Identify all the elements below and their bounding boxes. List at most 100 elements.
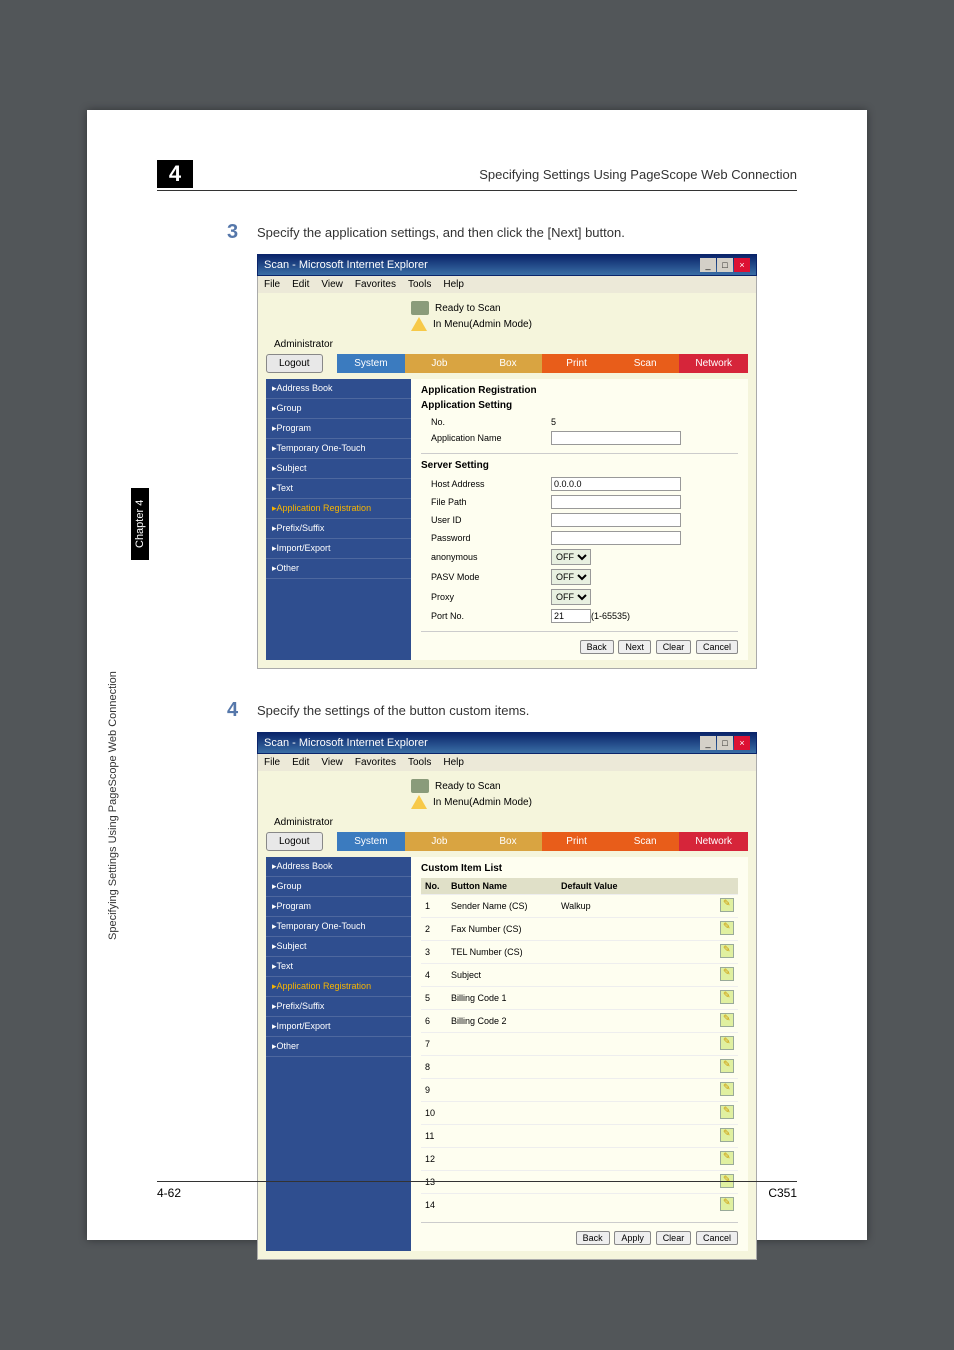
maximize-icon[interactable]: □ (717, 736, 733, 750)
menubar: File Edit View Favorites Tools Help (257, 754, 757, 771)
back-button[interactable]: Back (576, 1231, 610, 1245)
sidebar-item-subject[interactable]: ▸Subject (266, 937, 411, 957)
back-button[interactable]: Back (580, 640, 614, 654)
close-icon[interactable]: × (734, 736, 750, 750)
tab-print[interactable]: Print (542, 354, 611, 373)
sidebar-item-application-registration[interactable]: ▸Application Registration (266, 499, 411, 519)
edit-icon[interactable] (720, 1036, 734, 1050)
sidebar-item-prefix-suffix[interactable]: ▸Prefix/Suffix (266, 519, 411, 539)
tab-box[interactable]: Box (474, 832, 543, 851)
cell-no: 10 (421, 1102, 447, 1125)
edit-icon[interactable] (720, 1128, 734, 1142)
table-row: 3TEL Number (CS) (421, 941, 738, 964)
sidebar-item-temporary-onetouch[interactable]: ▸Temporary One-Touch (266, 439, 411, 459)
cell-default-value (557, 964, 716, 987)
sidebar-item-import-export[interactable]: ▸Import/Export (266, 539, 411, 559)
label-password: Password (431, 533, 551, 543)
menu-file[interactable]: File (264, 279, 280, 290)
sidebar-item-subject[interactable]: ▸Subject (266, 459, 411, 479)
tab-box[interactable]: Box (474, 354, 543, 373)
printer-icon (411, 779, 429, 793)
edit-icon[interactable] (720, 990, 734, 1004)
table-row: 10 (421, 1102, 738, 1125)
menu-view[interactable]: View (321, 757, 343, 768)
tab-system[interactable]: System (337, 354, 406, 373)
logout-button[interactable]: Logout (266, 354, 323, 373)
pasv-mode-select[interactable]: OFF (551, 569, 591, 585)
sidebar-item-program[interactable]: ▸Program (266, 897, 411, 917)
menu-tools[interactable]: Tools (408, 279, 431, 290)
sidebar-item-text[interactable]: ▸Text (266, 957, 411, 977)
apply-button[interactable]: Apply (614, 1231, 651, 1245)
next-button[interactable]: Next (618, 640, 651, 654)
sidebar-item-other[interactable]: ▸Other (266, 559, 411, 579)
menu-help[interactable]: Help (443, 757, 464, 768)
tab-scan[interactable]: Scan (611, 354, 680, 373)
tab-system[interactable]: System (337, 832, 406, 851)
logout-button[interactable]: Logout (266, 832, 323, 851)
edit-icon[interactable] (720, 944, 734, 958)
edit-icon[interactable] (720, 1082, 734, 1096)
cancel-button[interactable]: Cancel (696, 1231, 738, 1245)
proxy-select[interactable]: OFF (551, 589, 591, 605)
table-row: 9 (421, 1079, 738, 1102)
sidebar-item-other[interactable]: ▸Other (266, 1037, 411, 1057)
menu-tools[interactable]: Tools (408, 757, 431, 768)
tab-job[interactable]: Job (405, 354, 474, 373)
sidebar-item-prefix-suffix[interactable]: ▸Prefix/Suffix (266, 997, 411, 1017)
application-name-input[interactable] (551, 431, 681, 445)
sidebar-item-text[interactable]: ▸Text (266, 479, 411, 499)
anonymous-select[interactable]: OFF (551, 549, 591, 565)
edit-icon[interactable] (720, 1105, 734, 1119)
minimize-icon[interactable]: _ (700, 258, 716, 272)
table-row: 6Billing Code 2 (421, 1010, 738, 1033)
cancel-button[interactable]: Cancel (696, 640, 738, 654)
cell-no: 3 (421, 941, 447, 964)
menu-view[interactable]: View (321, 279, 343, 290)
clear-button[interactable]: Clear (656, 1231, 692, 1245)
sidebar-item-temporary-onetouch[interactable]: ▸Temporary One-Touch (266, 917, 411, 937)
close-icon[interactable]: × (734, 258, 750, 272)
sidebar-item-address-book[interactable]: ▸Address Book (266, 379, 411, 399)
host-address-input[interactable] (551, 477, 681, 491)
file-path-input[interactable] (551, 495, 681, 509)
menu-help[interactable]: Help (443, 279, 464, 290)
edit-icon[interactable] (720, 1059, 734, 1073)
cell-no: 7 (421, 1033, 447, 1056)
label-pasv-mode: PASV Mode (431, 572, 551, 582)
menu-favorites[interactable]: Favorites (355, 279, 396, 290)
sidebar-item-group[interactable]: ▸Group (266, 399, 411, 419)
tab-network[interactable]: Network (679, 832, 748, 851)
edit-icon[interactable] (720, 898, 734, 912)
edit-icon[interactable] (720, 1151, 734, 1165)
clear-button[interactable]: Clear (656, 640, 692, 654)
label-anonymous: anonymous (431, 552, 551, 562)
password-input[interactable] (551, 531, 681, 545)
warning-icon (411, 317, 427, 331)
edit-icon[interactable] (720, 921, 734, 935)
port-no-input[interactable] (551, 609, 591, 623)
label-port-no: Port No. (431, 611, 551, 621)
minimize-icon[interactable]: _ (700, 736, 716, 750)
tab-scan[interactable]: Scan (611, 832, 680, 851)
edit-icon[interactable] (720, 1013, 734, 1027)
tab-print[interactable]: Print (542, 832, 611, 851)
menu-file[interactable]: File (264, 757, 280, 768)
menu-edit[interactable]: Edit (292, 757, 309, 768)
cell-button-name (447, 1079, 557, 1102)
menu-favorites[interactable]: Favorites (355, 757, 396, 768)
tab-network[interactable]: Network (679, 354, 748, 373)
col-button-name: Button Name (447, 878, 557, 895)
cell-button-name (447, 1148, 557, 1171)
maximize-icon[interactable]: □ (717, 258, 733, 272)
sidebar-item-program[interactable]: ▸Program (266, 419, 411, 439)
sidebar-item-group[interactable]: ▸Group (266, 877, 411, 897)
custom-item-table: No. Button Name Default Value 1Sender Na… (421, 878, 738, 1216)
sidebar-item-import-export[interactable]: ▸Import/Export (266, 1017, 411, 1037)
user-id-input[interactable] (551, 513, 681, 527)
edit-icon[interactable] (720, 967, 734, 981)
tab-job[interactable]: Job (405, 832, 474, 851)
sidebar-item-address-book[interactable]: ▸Address Book (266, 857, 411, 877)
sidebar-item-application-registration[interactable]: ▸Application Registration (266, 977, 411, 997)
menu-edit[interactable]: Edit (292, 279, 309, 290)
